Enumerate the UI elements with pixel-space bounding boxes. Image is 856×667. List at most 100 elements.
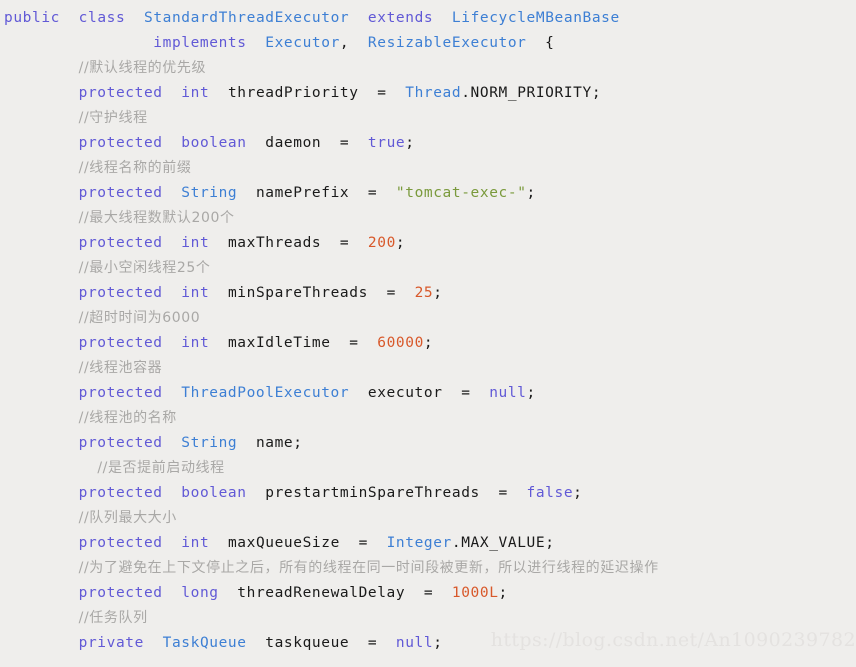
code-token-punc — [163, 535, 182, 551]
code-token-punc: , — [339, 35, 368, 51]
code-line: //默认线程的优先级 — [0, 56, 856, 81]
code-line: //队列最大大小 — [0, 506, 856, 531]
code-token-kw: int — [181, 285, 210, 301]
code-token-punc — [163, 335, 182, 351]
code-token-id: maxQueueSize — [227, 535, 340, 551]
code-line: //是否提前启动线程 — [0, 456, 856, 481]
code-token-punc: = — [367, 285, 415, 301]
code-token-kw: long — [181, 585, 219, 601]
code-token-punc — [247, 135, 266, 151]
code-token-kw: protected — [78, 335, 163, 351]
code-line: protected String namePrefix = "tomcat-ex… — [0, 181, 856, 206]
code-token-punc: = — [349, 185, 396, 201]
code-token-kw: boolean — [181, 485, 247, 501]
code-token-punc — [163, 435, 182, 451]
code-token-kw: protected — [78, 285, 163, 301]
code-token-type: StandardThreadExecutor — [143, 10, 350, 26]
code-token-punc — [60, 10, 79, 26]
code-token-kw: protected — [78, 135, 163, 151]
code-token-punc — [247, 635, 266, 651]
code-token-id: namePrefix — [255, 185, 350, 201]
code-token-punc: ; — [573, 485, 583, 501]
code-token-punc: = — [479, 485, 527, 501]
code-token-id: threadRenewalDelay — [237, 585, 406, 601]
code-token-kw: null — [489, 385, 527, 401]
code-token-punc — [4, 285, 79, 301]
code-token-punc — [4, 560, 79, 576]
code-token-punc — [163, 585, 182, 601]
code-token-punc: ; — [293, 435, 303, 451]
code-token-cmt: //线程池容器 — [78, 360, 163, 376]
code-token-type: Executor — [265, 35, 340, 51]
code-token-kw: boolean — [181, 135, 247, 151]
code-token-id: taskqueue — [265, 635, 350, 651]
code-token-id: prestartminSpareThreads — [265, 485, 480, 501]
code-line: //线程名称的前缀 — [0, 156, 856, 181]
code-token-punc — [4, 210, 79, 226]
code-token-num: 200 — [367, 235, 396, 251]
code-token-kw: null — [395, 635, 434, 651]
code-token-kw: private — [78, 635, 144, 651]
code-token-punc — [349, 10, 368, 26]
code-token-id: maxIdleTime — [227, 335, 331, 351]
code-token-punc — [247, 485, 266, 501]
code-token-kw: false — [526, 485, 574, 501]
code-line: protected int threadPriority = Thread.NO… — [0, 81, 856, 106]
code-token-id: daemon — [265, 135, 322, 151]
code-line: //线程池容器 — [0, 356, 856, 381]
code-token-kw: public — [4, 10, 60, 26]
code-token-punc — [4, 185, 79, 201]
code-token-cmt: //线程名称的前缀 — [78, 160, 192, 176]
code-line: //最大线程数默认200个 — [0, 206, 856, 231]
code-viewer[interactable]: public class StandardThreadExecutor exte… — [0, 0, 856, 667]
code-token-punc — [4, 260, 79, 276]
code-token-cmt: //为了避免在上下文停止之后，所有的线程在同一时间段被更新，所以进行线程的延迟操… — [78, 560, 659, 576]
code-token-punc: { — [526, 35, 555, 51]
code-token-punc — [144, 635, 163, 651]
code-token-type: Thread — [405, 85, 462, 101]
code-token-punc — [4, 385, 79, 401]
code-token-punc: = — [330, 335, 378, 351]
code-token-punc: ; — [526, 185, 536, 201]
code-token-str: "tomcat-exec-" — [395, 185, 527, 201]
code-token-kw: true — [367, 135, 406, 151]
code-token-kw: int — [181, 235, 210, 251]
code-token-punc — [209, 285, 228, 301]
code-token-punc — [4, 235, 79, 251]
code-token-punc — [4, 35, 153, 51]
code-line: protected boolean prestartminSpareThread… — [0, 481, 856, 506]
code-token-punc: = — [339, 535, 387, 551]
code-token-punc — [209, 85, 228, 101]
code-token-num: 60000 — [377, 335, 424, 351]
code-token-punc — [4, 610, 79, 626]
code-token-punc: ; — [395, 235, 406, 251]
code-token-cmt: //超时时间为6000 — [78, 310, 201, 326]
code-line: protected int maxQueueSize = Integer.MAX… — [0, 531, 856, 556]
code-token-cmt: //最小空闲线程25个 — [78, 260, 211, 276]
code-token-punc — [4, 435, 79, 451]
code-token-kw: int — [181, 335, 210, 351]
code-token-punc — [163, 135, 182, 151]
code-line: //为了避免在上下文停止之后，所有的线程在同一时间段被更新，所以进行线程的延迟操… — [0, 556, 856, 581]
code-token-punc — [4, 310, 79, 326]
code-token-punc — [209, 335, 228, 351]
code-token-punc — [163, 85, 182, 101]
code-token-id: threadPriority — [227, 85, 359, 101]
code-token-punc — [163, 485, 182, 501]
code-token-punc — [237, 435, 256, 451]
code-token-punc — [349, 385, 368, 401]
code-token-punc — [4, 60, 79, 76]
code-token-punc: ; — [433, 285, 443, 301]
code-line: protected boolean daemon = true; — [0, 131, 856, 156]
code-token-num: 25 — [414, 285, 434, 301]
code-token-punc — [4, 135, 79, 151]
code-token-kw: implements — [153, 35, 247, 51]
code-token-cmt: //是否提前启动线程 — [97, 460, 225, 476]
code-token-punc — [163, 235, 182, 251]
code-token-type: TaskQueue — [162, 635, 247, 651]
code-token-punc — [237, 185, 256, 201]
code-token-type: LifecycleMBeanBase — [451, 10, 620, 26]
code-token-punc — [4, 460, 97, 476]
code-token-id: executor — [367, 385, 443, 401]
code-line: protected ThreadPoolExecutor executor = … — [0, 381, 856, 406]
